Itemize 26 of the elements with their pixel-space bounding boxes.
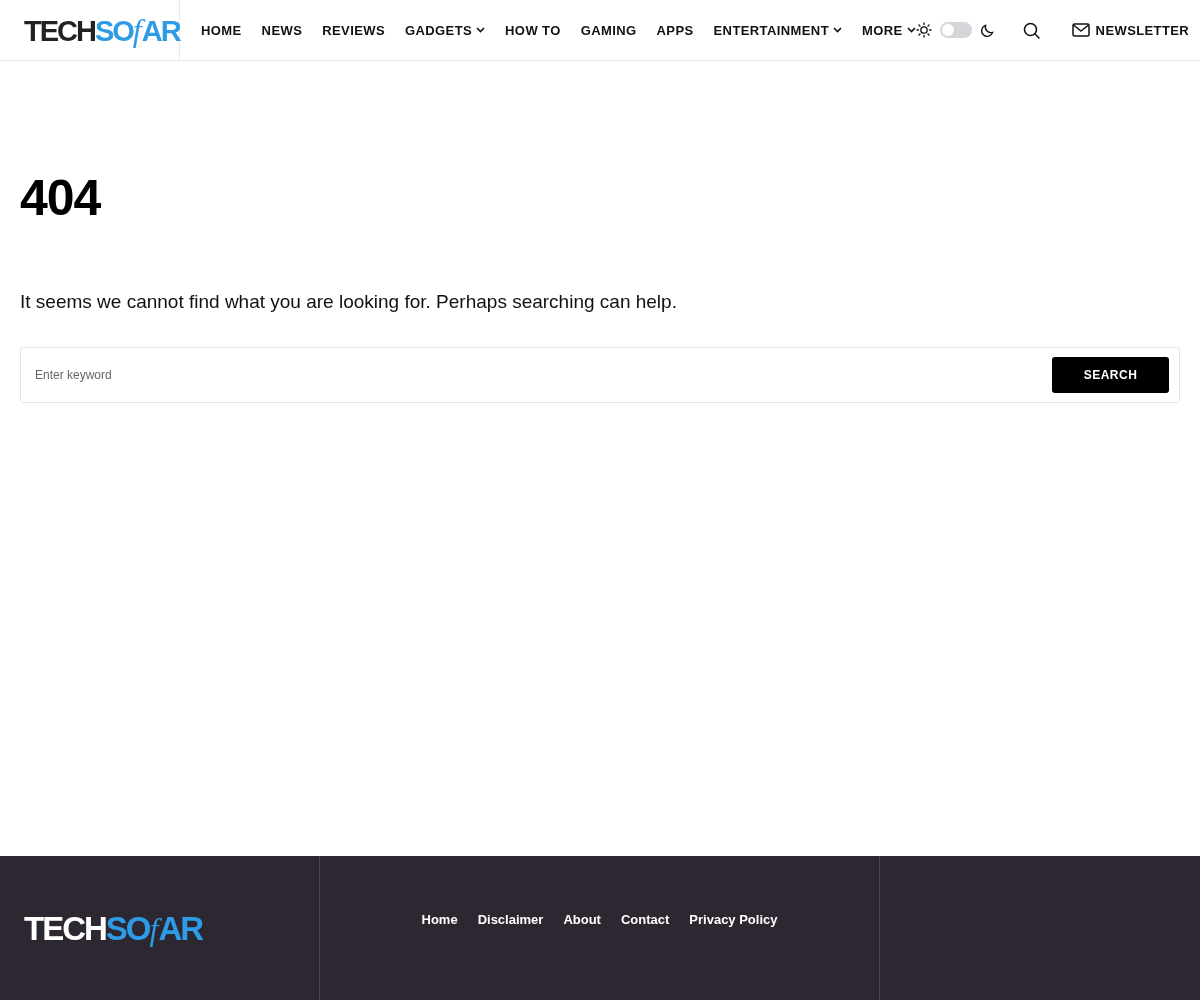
nav-link[interactable]: ENTERTAINMENT [713,22,842,38]
nav-link[interactable]: GAMING [580,22,637,38]
dark-mode-toggle[interactable] [939,22,972,38]
footer-link[interactable]: Disclaimer [477,912,544,927]
error-code: 404 [20,173,102,223]
search-button[interactable]: SEARCH [1052,357,1169,393]
moon-icon [979,22,995,38]
nav-link[interactable]: MORE [862,22,916,38]
footer-link[interactable]: About [563,912,601,927]
nav-link[interactable]: NEWS [261,22,303,38]
newsletter-link[interactable]: NEWSLETTER [1071,22,1190,38]
search-icon[interactable] [1022,21,1040,39]
envelope-icon [1071,23,1090,37]
site-logo[interactable]: TECHSOfAR [24,14,180,46]
footer-link[interactable]: Home [421,912,458,927]
error-message: It seems we cannot find what you are looking for. Perhaps searching can help. [20,291,678,313]
nav-link[interactable]: HOW TO [505,22,561,38]
nav-link[interactable]: REVIEWS [322,22,385,38]
nav-link[interactable]: HOME [201,22,242,38]
footer-logo[interactable]: TECHSOfAR [24,911,203,945]
nav-link[interactable]: GADGETS [405,22,486,38]
footer-link[interactable]: Privacy Policy [689,912,778,927]
search-field[interactable]: Enter keyword SEARCH [20,347,1180,403]
sun-icon [915,22,932,38]
footer-link[interactable]: Contact [620,912,670,927]
nav-link[interactable]: APPS [656,22,694,38]
